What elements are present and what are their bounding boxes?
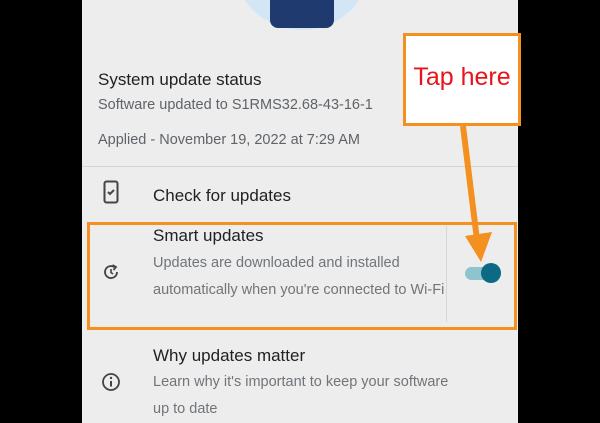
tap-here-callout: Tap here bbox=[403, 33, 521, 126]
callout-text: Tap here bbox=[413, 63, 511, 91]
phone-update-icon bbox=[103, 180, 119, 204]
check-for-updates-item[interactable]: Check for updates bbox=[82, 172, 518, 218]
applied-date-text: Applied - November 19, 2022 at 7:29 AM bbox=[98, 132, 360, 148]
why-updates-matter-item[interactable]: Why updates matter Learn why it's import… bbox=[82, 338, 518, 423]
software-version-text: Software updated to S1RMS32.68-43-16-1 bbox=[98, 97, 373, 113]
info-icon bbox=[102, 373, 120, 391]
why-updates-label: Why updates matter bbox=[153, 346, 306, 365]
highlight-box bbox=[87, 222, 517, 330]
section-divider bbox=[82, 166, 518, 167]
check-for-updates-label: Check for updates bbox=[153, 186, 291, 205]
why-updates-description: Learn why it's important to keep your so… bbox=[153, 374, 449, 417]
phone-illustration-icon bbox=[270, 0, 334, 28]
update-status-title: System update status bbox=[98, 70, 262, 89]
